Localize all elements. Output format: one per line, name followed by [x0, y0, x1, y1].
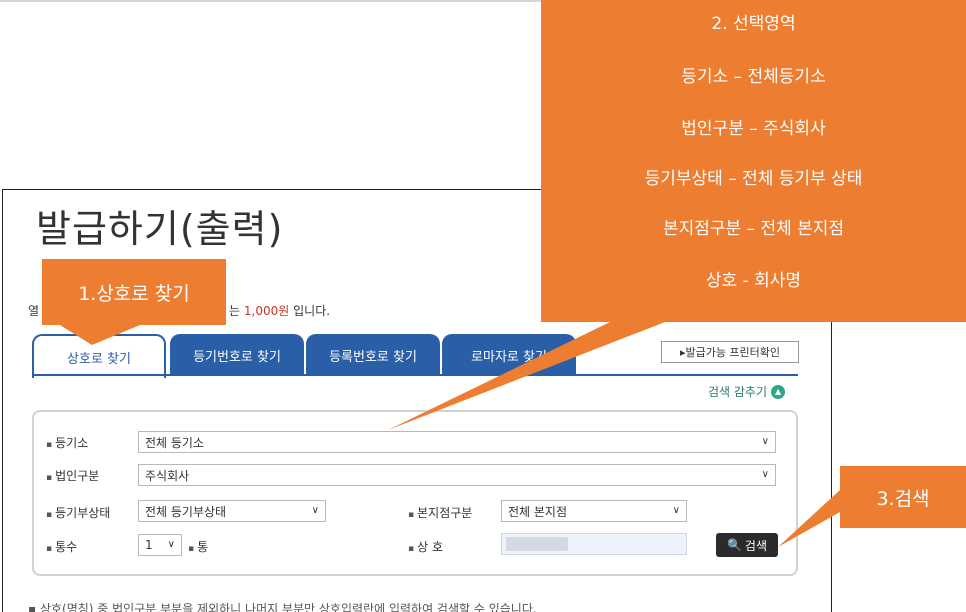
callout-step3: 3.검색 — [840, 466, 966, 528]
corp-type-select[interactable]: 주식회사 ∨ — [138, 464, 776, 486]
corp-type-label: 법인구분 — [46, 467, 99, 484]
footnote: ▪ 상호(명칭) 중 법인구분 부분을 제외하니 나머지 부분만 상호입력란에 … — [28, 602, 537, 612]
chevron-down-icon: ∨ — [761, 436, 769, 447]
callout-step2-line: 상호 - 회사명 — [705, 271, 802, 291]
search-button[interactable]: 🔍 검색 — [716, 533, 778, 557]
chevron-down-icon: ∨ — [761, 469, 769, 480]
tab-registry-number[interactable]: 등기번호로 찾기 — [170, 334, 304, 376]
callout-step2-line: 등기소 – 전체등기소 — [681, 67, 826, 87]
search-icon: 🔍 — [726, 538, 742, 552]
hide-search-toggle[interactable]: 검색 감추기 ▲ — [708, 383, 786, 400]
tab-romanized[interactable]: 로마자로 찾기 — [442, 334, 576, 376]
chevron-down-icon: ∨ — [672, 505, 680, 516]
fee-prefix: 열 — [28, 304, 40, 318]
redacted-value — [506, 537, 568, 551]
printer-check-button[interactable]: ▸발급가능 프린터확인 — [661, 341, 799, 363]
fee-middle: 는 — [229, 304, 244, 318]
registry-office-value: 전체 등기소 — [145, 435, 205, 450]
registry-status-label: 등기부상태 — [46, 504, 110, 521]
copies-select[interactable]: 1 ∨ — [138, 534, 182, 556]
copies-value: 1 — [145, 538, 153, 552]
chevron-down-icon: ∨ — [311, 505, 319, 516]
company-name-input[interactable] — [501, 533, 687, 555]
hide-search-label: 검색 감추기 — [708, 385, 768, 399]
company-name-label: 상 호 — [408, 538, 443, 555]
tab-underline — [32, 374, 798, 376]
chevron-down-icon: ∨ — [167, 539, 175, 550]
registry-office-label: 등기소 — [46, 434, 88, 451]
callout-step2-line: 2. 선택영역 — [711, 14, 796, 34]
callout-step1: 1.상호로 찾기 — [42, 259, 226, 325]
callout-step2: 2. 선택영역 등기소 – 전체등기소 법인구분 – 주식회사 등기부상태 – … — [541, 0, 966, 322]
fee-suffix: 입니다. — [289, 304, 331, 318]
chevron-up-icon: ▲ — [771, 384, 786, 399]
branch-type-label: 본지점구분 — [408, 504, 472, 521]
fee-price: 1,000원 — [243, 304, 290, 318]
copies-unit: 통 — [188, 538, 208, 555]
registry-status-select[interactable]: 전체 등기부상태 ∨ — [138, 500, 326, 522]
callout-step2-line: 등기부상태 – 전체 등기부 상태 — [644, 169, 863, 189]
registry-status-value: 전체 등기부상태 — [145, 504, 227, 519]
corp-type-value: 주식회사 — [145, 468, 190, 483]
branch-type-select[interactable]: 전체 본지점 ∨ — [501, 500, 687, 522]
registry-office-select[interactable]: 전체 등기소 ∨ — [138, 431, 776, 453]
search-button-label: 검색 — [744, 538, 768, 553]
callout-step2-line: 법인구분 – 주식회사 — [681, 119, 826, 139]
branch-type-value: 전체 본지점 — [508, 504, 568, 519]
callout-step2-line: 본지점구분 – 전체 본지점 — [662, 219, 845, 239]
tab-company-name[interactable]: 상호로 찾기 — [32, 334, 166, 378]
page-title: 발급하기(출력) — [36, 207, 284, 251]
tab-registration-number[interactable]: 등록번호로 찾기 — [306, 334, 440, 376]
copies-label: 통수 — [46, 538, 77, 555]
